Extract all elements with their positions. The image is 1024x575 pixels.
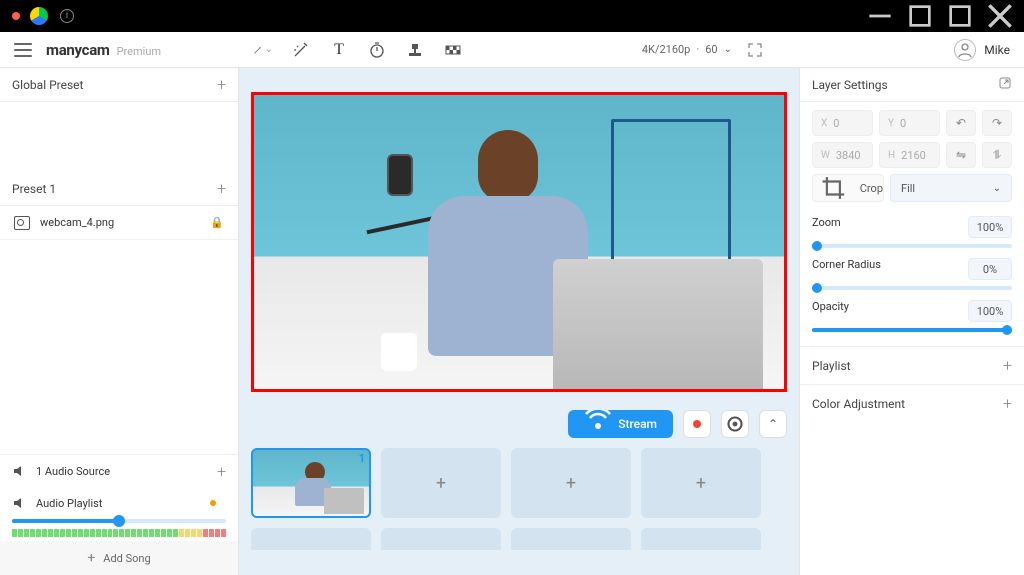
preset-thumb-6[interactable] [381,528,501,550]
add-preset-source-button[interactable]: + [217,179,226,198]
radius-slider[interactable] [812,286,1012,290]
color-adjustment-section-header[interactable]: Color Adjustment+ [800,384,1024,422]
preset-thumb-4[interactable]: + [641,448,761,518]
audio-volume-slider[interactable] [12,519,226,523]
image-icon [14,216,30,230]
flip-vertical-button[interactable]: ⥮ [982,142,1012,168]
window-titlebar: i [0,0,1024,32]
opacity-label: Opacity [812,300,849,322]
status-dot-icon [210,500,216,506]
opacity-value[interactable]: 100% [968,300,1012,322]
stamp-tool-icon[interactable] [405,40,425,60]
window-minimize-button[interactable] [860,0,900,32]
lock-icon[interactable]: 🔒 [210,216,224,229]
preset-thumb-8[interactable] [641,528,761,550]
center-panel: Stream ⌃ 1 + + + [239,68,799,575]
window-maximize-button[interactable] [940,0,980,32]
source-item[interactable]: webcam_4.png 🔒 [0,206,238,240]
redo-button[interactable]: ↷ [982,110,1012,136]
snapshot-button[interactable] [721,410,749,438]
preset-thumb-3[interactable]: + [511,448,631,518]
preset-header[interactable]: Preset 1 + [0,172,238,206]
record-button[interactable] [683,410,711,438]
menu-icon[interactable] [14,43,32,57]
text-tool-icon[interactable]: T [329,40,349,60]
flip-horizontal-button[interactable]: ⇋ [946,142,976,168]
app-logo-icon [30,7,48,25]
timer-tool-icon[interactable] [367,40,387,60]
popout-icon[interactable] [998,76,1012,93]
preview-canvas[interactable] [251,92,787,392]
audio-source-header[interactable]: 1 Audio Source + [0,455,238,487]
layer-x-input[interactable]: X0 [812,110,873,136]
radius-value[interactable]: 0% [968,258,1012,280]
crop-button[interactable]: Crop [812,174,884,202]
left-sidebar: Global Preset + Preset 1 + webcam_4.png … [0,68,239,575]
brand-name: manycam [46,41,110,59]
preset-thumb-1[interactable]: 1 [251,448,371,518]
user-name: Mike [984,43,1010,57]
add-global-preset-button[interactable]: + [217,75,226,94]
layer-w-input[interactable]: W3840 [812,142,873,168]
add-song-button[interactable]: +Add Song [0,541,238,575]
help-icon[interactable]: i [58,7,76,25]
wand-tool-icon[interactable]: ⌄ [253,40,273,60]
zoom-slider[interactable] [812,244,1012,248]
preset-thumb-2[interactable]: + [381,448,501,518]
window-restore-button[interactable] [900,0,940,32]
preset-thumb-7[interactable] [511,528,631,550]
zoom-value[interactable]: 100% [968,216,1012,238]
layer-settings-header: Layer Settings [800,68,1024,102]
opacity-slider[interactable] [812,328,1012,332]
preset-thumb-5[interactable] [251,528,371,550]
window-close-button[interactable] [980,0,1020,32]
checker-tool-icon[interactable] [443,40,463,60]
fill-mode-select[interactable]: Fill⌄ [890,174,1012,202]
add-audio-source-button[interactable]: + [217,462,226,481]
audio-level-meter [12,529,226,537]
radius-label: Corner Radius [812,258,881,280]
volume-icon [12,464,26,478]
layer-y-input[interactable]: Y0 [879,110,940,136]
undo-button[interactable]: ↶ [946,110,976,136]
layer-h-input[interactable]: H2160 [879,142,940,168]
volume-icon [12,496,26,510]
global-preset-header[interactable]: Global Preset + [0,68,238,102]
source-filename: webcam_4.png [40,216,114,229]
sparkle-tool-icon[interactable] [291,40,311,60]
resolution-selector[interactable]: 4K/2160p·60⌄ [642,41,764,59]
brand-tier: Premium [117,45,161,58]
playlist-section-header[interactable]: Playlist+ [800,346,1024,384]
avatar-icon[interactable] [954,39,976,61]
right-panel: Layer Settings X0 Y0 ↶ ↷ W3840 H2160 ⇋ ⥮… [799,68,1024,575]
collapse-thumbs-button[interactable]: ⌃ [759,410,787,438]
fullscreen-icon[interactable] [746,41,764,59]
window-dot-icon [12,12,20,20]
app-topbar: manycam Premium ⌄ T 4K/2160p·60⌄ Mike [0,32,1024,68]
zoom-label: Zoom [812,216,841,238]
stream-button[interactable]: Stream [568,410,673,438]
